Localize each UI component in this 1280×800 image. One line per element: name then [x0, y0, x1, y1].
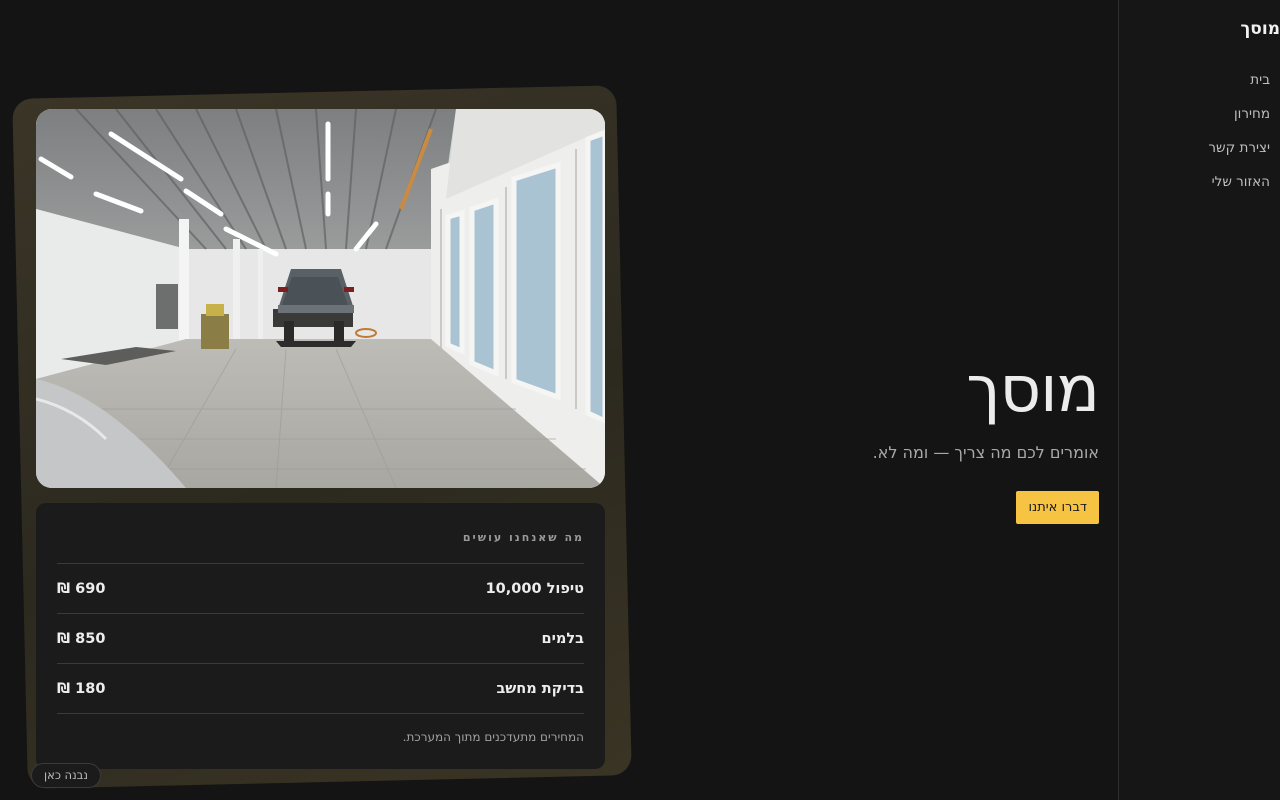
service-name: בלמים [541, 630, 584, 647]
sidebar-brand[interactable]: מוסך [1240, 19, 1280, 39]
sidebar-item-my-area[interactable]: האזור שלי [1208, 173, 1270, 207]
hero-subtitle: אומרים לכם מה צריך — ומה לא. [872, 443, 1099, 462]
sidebar-item-home[interactable]: בית [1208, 71, 1270, 105]
price-list-heading: מה שאנחנו עושים [462, 531, 584, 544]
sidebar-item-contact[interactable]: יצירת קשר [1208, 139, 1270, 173]
price-row: בדיקת מחשב 180 ₪ [57, 663, 584, 713]
hero: מוסך אומרים לכם מה צריך — ומה לא. דברו א… [872, 352, 1100, 524]
service-price: 180 ₪ [57, 680, 106, 697]
service-price: 690 ₪ [57, 580, 106, 597]
service-name: בדיקת מחשב [496, 680, 584, 697]
price-list-panel: מה שאנחנו עושים טיפול 10,000 690 ₪ בלמים… [36, 503, 605, 769]
sidebar: מוסך בית מחירון יצירת קשר האזור שלי [1118, 0, 1280, 800]
contact-us-button[interactable]: דברו איתנו [1016, 491, 1099, 524]
price-list-note: המחירים מתעדכנים מתוך המערכת. [402, 730, 584, 744]
service-name: טיפול 10,000 [485, 580, 584, 597]
price-list: טיפול 10,000 690 ₪ בלמים 850 ₪ בדיקת מחש… [57, 563, 584, 714]
price-row: בלמים 850 ₪ [57, 613, 584, 663]
price-row: טיפול 10,000 690 ₪ [57, 563, 584, 613]
garage-photo [36, 109, 605, 488]
sidebar-item-pricing[interactable]: מחירון [1208, 105, 1270, 139]
hero-title: מוסך [966, 353, 1100, 427]
service-price: 850 ₪ [57, 630, 106, 647]
sidebar-nav: בית מחירון יצירת קשר האזור שלי [1208, 71, 1270, 207]
built-here-badge[interactable]: נבנה כאן [31, 763, 101, 788]
